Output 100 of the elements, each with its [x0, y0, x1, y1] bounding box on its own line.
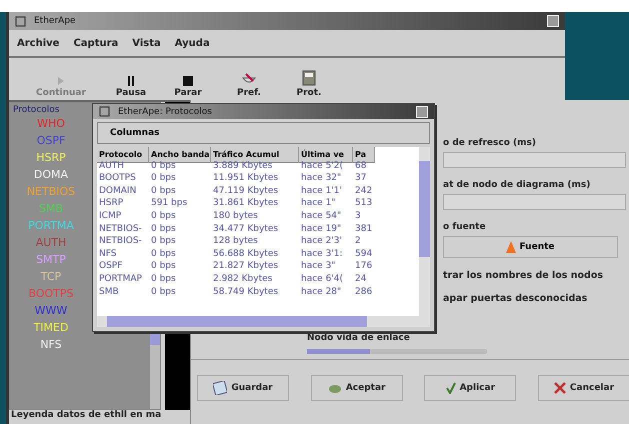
- dialog-button[interactable]: Guardar: [197, 375, 289, 401]
- slider[interactable]: [307, 349, 487, 354]
- legend-item: PORTMA: [28, 218, 74, 234]
- legend-item: BOOTPS: [28, 286, 74, 302]
- toolbar-button[interactable]: Pref.: [219, 72, 279, 98]
- checkbox-label: trar los nombres de los nodos: [443, 270, 604, 281]
- menu-item[interactable]: Ayuda: [174, 38, 210, 48]
- slider-label: Nodo vida de enlace: [307, 333, 411, 343]
- menu-item[interactable]: Archive: [17, 38, 60, 48]
- legend-item: SMB: [38, 201, 64, 217]
- field-label: o fuente: [443, 222, 487, 232]
- table-cell-text: NETBIOS-: [98, 222, 143, 236]
- menu-item[interactable]: Columnas: [110, 128, 160, 138]
- checkbox-label: apar puertas desconocidas: [443, 293, 588, 304]
- toolbar-button[interactable]: Prot.: [279, 70, 339, 98]
- table-cell-text: NFS: [98, 248, 118, 260]
- table-cell-text: 0 bps: [150, 210, 177, 223]
- column-header[interactable]: Pa: [353, 147, 375, 163]
- dialog-button[interactable]: Aceptar: [310, 375, 403, 401]
- table-cell-text: hace 3": [300, 260, 336, 273]
- table-cell-text: BOOTPS: [98, 172, 137, 185]
- table-icon: [302, 70, 316, 86]
- table-cell-text: 176: [354, 260, 374, 273]
- table-cell-text: 513: [354, 197, 374, 210]
- table-cell-text: 0 bps: [150, 272, 177, 286]
- table-cell-text: 37: [354, 172, 368, 185]
- table-cell-text: 21.827 Kbytes: [212, 260, 280, 273]
- check-icon: [446, 382, 456, 394]
- table-cell-text: 0 bps: [150, 184, 177, 198]
- scrollbar[interactable]: [97, 316, 430, 327]
- legend-item: OSPF: [36, 133, 66, 149]
- table-cell-text: hace 54": [300, 210, 342, 223]
- legend-item: TCP: [40, 269, 62, 285]
- stop-icon: [183, 76, 193, 86]
- close-button[interactable]: [416, 106, 428, 118]
- field-label: at de nodo de diagrama (ms): [443, 180, 592, 190]
- spin-field[interactable]: [443, 152, 626, 168]
- table-cell-text: hace 1'1': [300, 184, 343, 198]
- font-button[interactable]: Fuente: [443, 236, 618, 258]
- table-cell-text: hace 2'3': [300, 235, 343, 248]
- table-cell-text: NETBIOS-: [98, 235, 143, 248]
- table-cell-text: ICMP: [98, 210, 122, 223]
- table-cell-text: 56.688 Kbytes: [212, 248, 280, 260]
- legend-title: Protocolos: [12, 105, 60, 115]
- table-cell-text: 47.119 Kbytes: [212, 184, 280, 198]
- table-cell-text: hace 32": [300, 172, 342, 185]
- legend-item: DOMA: [34, 167, 68, 183]
- table-cell-text: 381: [354, 222, 374, 236]
- field-label: o de refresco (ms): [443, 138, 537, 148]
- table-cell-text: 11.951 Kbytes: [212, 172, 280, 185]
- legend-item: AUTH: [36, 235, 66, 251]
- table-cell-text: 0 bps: [150, 260, 177, 273]
- legend-item: WHO: [37, 116, 65, 132]
- window-title: EtherApe: Protocolos: [118, 106, 212, 116]
- pause-icon: [127, 76, 135, 86]
- toolbar-button[interactable]: Pausa: [105, 76, 157, 98]
- table-cell-text: 3: [354, 210, 362, 223]
- table-cell-text: DOMAIN: [98, 184, 138, 198]
- table-cell-text: hace 19": [300, 222, 342, 236]
- table-cell-text: 24: [354, 272, 368, 286]
- dialog-button[interactable]: Cancelar: [538, 375, 629, 401]
- table-cell-text: 242: [354, 184, 374, 198]
- menu-item[interactable]: Vista: [132, 38, 161, 48]
- table-cell-text: hace 3'1:: [300, 248, 344, 260]
- table-cell-text: 0 bps: [150, 248, 177, 260]
- table-cell-text: 0 bps: [150, 222, 177, 236]
- table-cell-text: 31.861 Kbytes: [212, 197, 280, 210]
- legend-item: TIMED: [34, 320, 68, 336]
- table-cell-text: 2: [354, 235, 362, 248]
- legend-item: NFS: [40, 337, 62, 353]
- table-cell-text: 0 bps: [150, 286, 177, 298]
- column-header[interactable]: Protocolo: [97, 147, 149, 163]
- window-icon: [99, 106, 110, 117]
- column-header[interactable]: Ancho banda: [149, 147, 211, 163]
- table-cell-text: 58.749 Kbytes: [212, 286, 280, 298]
- table-cell-text: PORTMAP: [98, 272, 143, 286]
- table-cell-text: HSRP: [98, 197, 124, 210]
- table-cell-text: SMB: [98, 286, 120, 298]
- scrollbar[interactable]: [419, 147, 430, 316]
- legend-item: WWW: [34, 303, 68, 319]
- table-cell-text: 0 bps: [150, 235, 177, 248]
- table-cell-text: 0 bps: [150, 172, 177, 185]
- table-cell-text: hace 28": [300, 286, 342, 298]
- status-text: Leyenda datos de ethll en ma: [10, 410, 161, 422]
- font-icon: [506, 241, 516, 253]
- menu-item[interactable]: Captura: [73, 38, 118, 48]
- table-cell-text: 2.982 Kbytes: [212, 272, 274, 286]
- dialog-button[interactable]: Aplicar: [424, 375, 516, 401]
- table-cell-text: 180 bytes: [212, 210, 259, 223]
- table-cell-text: 591 bps: [150, 197, 188, 210]
- table-cell-text: OSPF: [98, 260, 124, 273]
- legend-item: HSRP: [36, 150, 66, 166]
- legend-item: NETBIOS: [26, 184, 76, 200]
- table-cell-text: 286: [354, 286, 374, 298]
- table-cell-text: 594: [354, 248, 374, 260]
- spin-field[interactable]: [443, 194, 626, 210]
- window-title: EtherApe: [34, 16, 76, 26]
- toolbar-button[interactable]: Parar: [157, 76, 219, 98]
- table-cell-text: 128 bytes: [212, 235, 259, 248]
- table-cell-text: 34.477 Kbytes: [212, 222, 280, 236]
